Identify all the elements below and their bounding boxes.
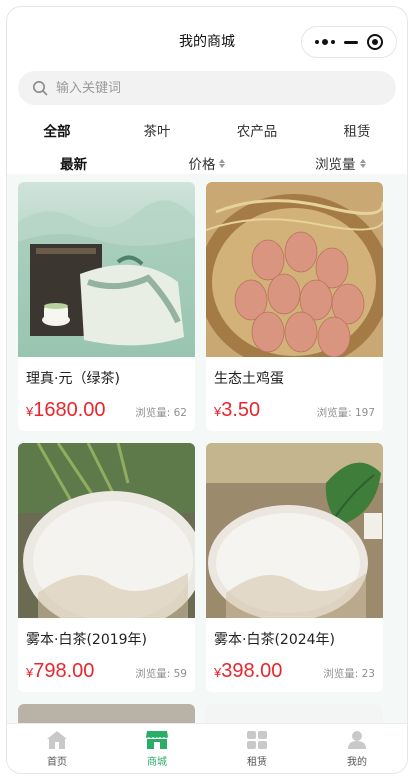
navigation-bar: 我的商城: [7, 7, 407, 71]
product-views: 浏览量: 62: [135, 407, 187, 419]
product-price: ¥398.00: [214, 660, 283, 682]
product-list: 理真·元（绿茶) ¥1680.00 浏览量: 62 生态土鸡蛋 ¥3.50 浏览…: [7, 174, 407, 723]
page-title: 我的商城: [179, 34, 235, 50]
product-card-partial: [18, 704, 195, 723]
tab-home[interactable]: 首页: [7, 724, 107, 773]
sort-arrows-icon: [219, 158, 226, 168]
tab-store-label: 商城: [147, 756, 167, 768]
sort-price[interactable]: 价格: [140, 153, 273, 173]
tab-mine-label: 我的: [347, 756, 367, 768]
product-views: 浏览量: 23: [323, 668, 375, 680]
more-icon[interactable]: [314, 39, 335, 45]
product-image: [206, 443, 383, 618]
search-input[interactable]: [56, 80, 382, 96]
home-icon: [47, 730, 67, 749]
tab-rental[interactable]: 租赁: [207, 724, 307, 773]
sort-latest-label: 最新: [60, 157, 88, 173]
tab-rental-label: 租赁: [247, 756, 267, 768]
product-card[interactable]: 雾本·白茶(2019年) ¥798.00 浏览量: 59: [18, 443, 195, 692]
minimize-icon[interactable]: [343, 40, 358, 44]
tab-mine[interactable]: 我的: [307, 724, 407, 773]
product-price: ¥798.00: [26, 660, 95, 682]
product-name: 理真·元（绿茶): [26, 371, 120, 387]
product-name: 生态土鸡蛋: [214, 371, 284, 387]
product-name: 雾本·白茶(2019年): [26, 632, 148, 648]
category-tab-all[interactable]: 全部: [7, 120, 107, 140]
sort-views[interactable]: 浏览量: [274, 153, 407, 173]
category-tab-rental[interactable]: 租赁: [307, 120, 407, 140]
search-icon: [33, 81, 48, 96]
product-image: [18, 182, 195, 357]
person-icon: [348, 730, 366, 749]
product-name: 雾本·白茶(2024年): [214, 632, 336, 648]
product-image: [206, 182, 383, 357]
category-tabs: 全部 茶叶 农产品 租赁: [7, 111, 407, 149]
grid-icon: [247, 730, 267, 749]
product-card[interactable]: 雾本·白茶(2024年) ¥398.00 浏览量: 23: [206, 443, 383, 692]
tab-store[interactable]: 商城: [107, 724, 207, 773]
product-views: 浏览量: 59: [135, 668, 187, 680]
tab-bar: 首页 商城 租赁 我的: [7, 723, 407, 773]
search-bar[interactable]: [18, 71, 396, 105]
close-icon[interactable]: [367, 34, 384, 50]
product-card[interactable]: 理真·元（绿茶) ¥1680.00 浏览量: 62: [18, 182, 195, 431]
category-tab-produce[interactable]: 农产品: [207, 120, 307, 140]
store-icon: [146, 730, 168, 749]
phone-frame: 我的商城 全部 茶叶 农产品 租赁 最新 价格 浏览量: [7, 7, 407, 773]
sort-arrows-icon: [359, 158, 366, 168]
category-tab-tea[interactable]: 茶叶: [107, 120, 207, 140]
product-card-partial: [206, 704, 383, 723]
product-price: ¥1680.00: [26, 399, 106, 421]
tab-home-label: 首页: [47, 756, 67, 768]
product-card[interactable]: 生态土鸡蛋 ¥3.50 浏览量: 197: [206, 182, 383, 431]
mini-program-capsule: [301, 26, 397, 58]
sort-bar: 最新 价格 浏览量: [7, 149, 407, 177]
sort-price-label: 价格: [188, 157, 216, 173]
sort-views-label: 浏览量: [315, 157, 356, 173]
sort-latest[interactable]: 最新: [7, 153, 140, 173]
product-views: 浏览量: 197: [316, 407, 375, 419]
product-image: [18, 443, 195, 618]
product-price: ¥3.50: [214, 399, 261, 421]
